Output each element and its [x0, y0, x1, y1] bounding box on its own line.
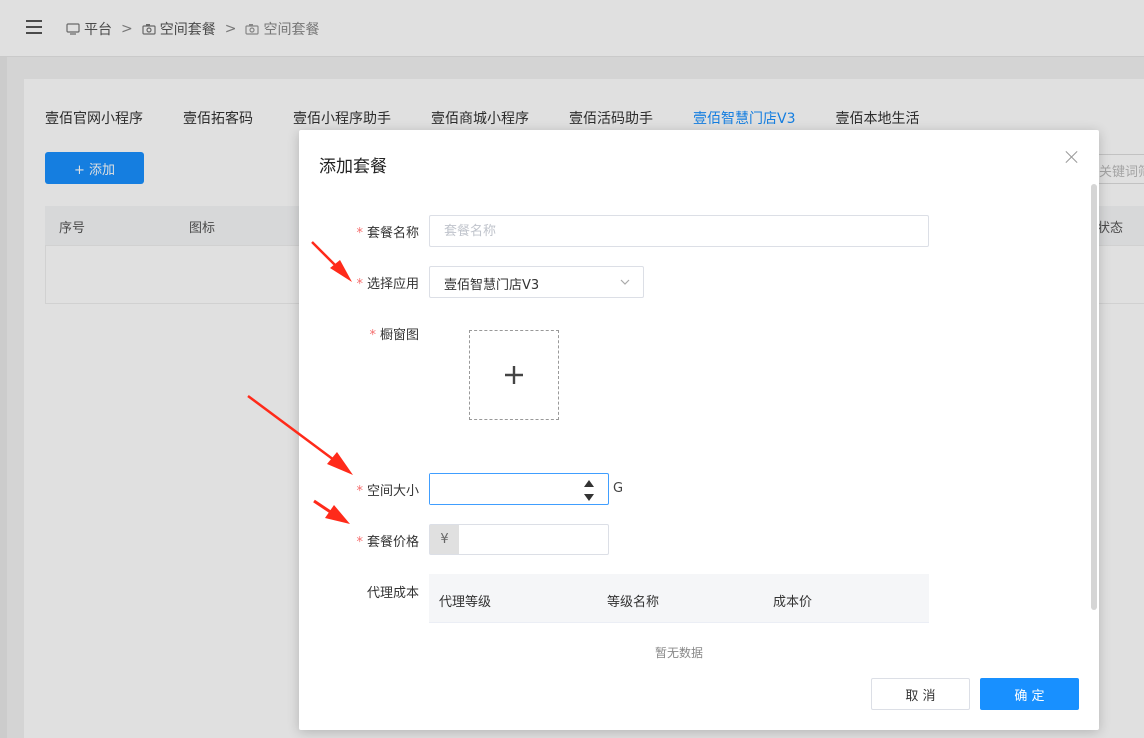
- arrow-icon: [247, 394, 353, 475]
- arrow-icon: [311, 241, 352, 282]
- annotation-arrows: [247, 241, 353, 524]
- arrow-icon: [313, 499, 350, 524]
